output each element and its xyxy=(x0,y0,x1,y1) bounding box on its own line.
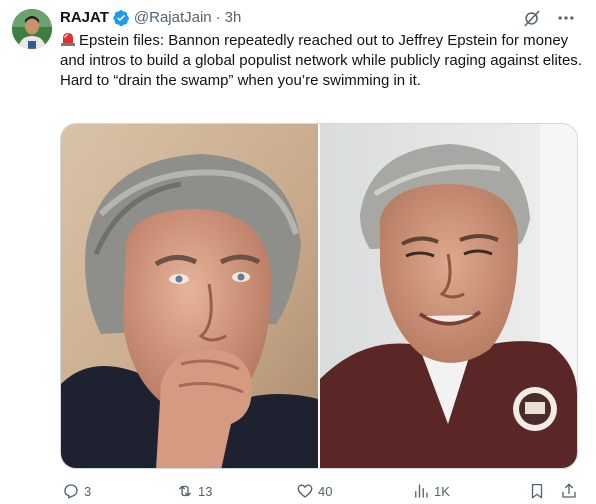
repost-count: 13 xyxy=(198,483,213,499)
top-actions xyxy=(522,8,576,28)
grok-icon[interactable] xyxy=(522,8,542,28)
heart-icon xyxy=(297,484,313,498)
rotating-light-emoji xyxy=(60,31,76,47)
share-icon xyxy=(562,483,576,498)
avatar[interactable] xyxy=(12,9,52,49)
tweet-line-2: Hard to “drain the swamp” when you’re sw… xyxy=(60,72,421,89)
tweet-header: RAJAT @RajatJain · 3h xyxy=(60,8,241,28)
like-count: 40 xyxy=(318,483,333,499)
tweet-line-1: Epstein files: Bannon repeatedly reached… xyxy=(60,32,582,69)
share-button[interactable] xyxy=(560,480,578,502)
views-count: 1K xyxy=(434,483,450,499)
bookmark-icon xyxy=(531,483,543,499)
timestamp[interactable]: 3h xyxy=(225,8,242,28)
reply-button[interactable]: 3 xyxy=(62,480,91,502)
media-grid xyxy=(60,123,578,469)
views-button[interactable]: 1K xyxy=(412,480,450,502)
tweet-text: Epstein files: Bannon repeatedly reached… xyxy=(60,31,582,91)
reply-count: 3 xyxy=(84,483,92,499)
verified-badge-icon[interactable] xyxy=(112,9,130,27)
reply-icon xyxy=(64,484,78,499)
bookmark-button[interactable] xyxy=(528,480,546,502)
media-photo-1[interactable] xyxy=(61,124,318,468)
tweet[interactable]: RAJAT @RajatJain · 3h Epstein files: Ban… xyxy=(0,0,596,504)
tweet-actions: 3 13 40 1K xyxy=(60,480,582,502)
author-handle[interactable]: @RajatJain xyxy=(134,8,212,28)
repost-icon xyxy=(179,485,191,497)
media-photo-2[interactable] xyxy=(320,124,577,468)
repost-button[interactable]: 13 xyxy=(176,480,212,502)
more-icon[interactable] xyxy=(556,8,576,28)
like-button[interactable]: 40 xyxy=(296,480,332,502)
views-icon xyxy=(415,484,428,498)
author-name[interactable]: RAJAT xyxy=(60,8,109,28)
separator-dot: · xyxy=(215,9,221,26)
